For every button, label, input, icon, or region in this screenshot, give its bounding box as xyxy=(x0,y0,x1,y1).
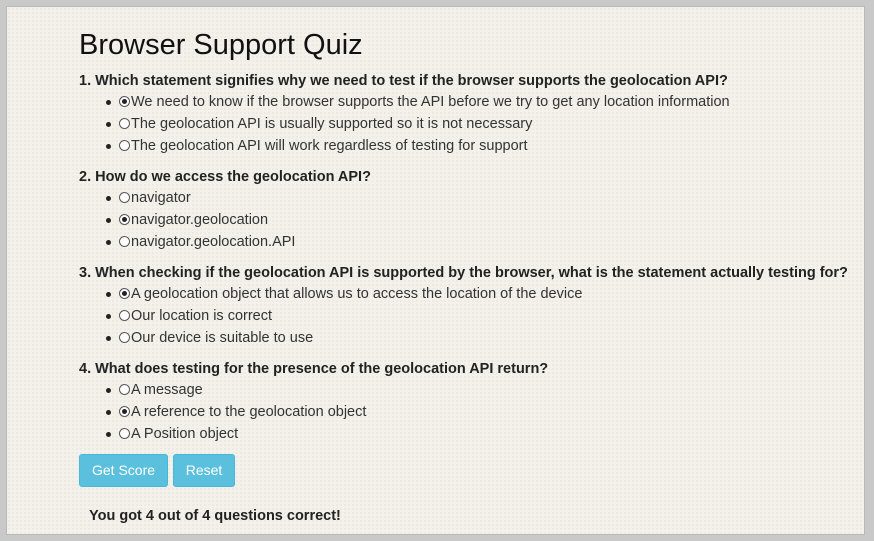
bullet-icon xyxy=(106,122,111,127)
bullet-icon xyxy=(106,240,111,245)
option-label: navigator.geolocation.API xyxy=(131,234,296,250)
quiz-panel: Browser Support Quiz 1. Which statement … xyxy=(6,6,865,535)
question-text: 1. Which statement signifies why we need… xyxy=(79,73,728,89)
answer-option[interactable]: A Position object xyxy=(79,423,874,445)
question-4: 4. What does testing for the presence of… xyxy=(79,359,874,445)
question-text: 3. When checking if the geolocation API … xyxy=(79,265,848,281)
bullet-icon xyxy=(106,144,111,149)
answer-option[interactable]: A geolocation object that allows us to a… xyxy=(79,283,874,305)
answer-option[interactable]: A message xyxy=(79,379,874,401)
option-label: A reference to the geolocation object xyxy=(131,404,367,420)
radio-button[interactable] xyxy=(119,214,130,225)
option-label: The geolocation API will work regardless… xyxy=(131,138,528,154)
answer-option[interactable]: We need to know if the browser supports … xyxy=(79,91,874,113)
bullet-icon xyxy=(106,314,111,319)
score-result: You got 4 out of 4 questions correct! xyxy=(89,508,341,524)
answer-option[interactable]: navigator.geolocation xyxy=(79,209,874,231)
page-title: Browser Support Quiz xyxy=(79,29,363,61)
bullet-icon xyxy=(106,388,111,393)
radio-button[interactable] xyxy=(119,96,130,107)
reset-button[interactable]: Reset xyxy=(173,454,235,487)
answer-option[interactable]: A reference to the geolocation object xyxy=(79,401,874,423)
option-label: A geolocation object that allows us to a… xyxy=(131,286,583,302)
radio-button[interactable] xyxy=(119,140,130,151)
radio-button[interactable] xyxy=(119,236,130,247)
answer-option[interactable]: navigator xyxy=(79,187,874,209)
question-2: 2. How do we access the geolocation API?… xyxy=(79,167,874,253)
bullet-icon xyxy=(106,432,111,437)
bullet-icon xyxy=(106,292,111,297)
radio-button[interactable] xyxy=(119,288,130,299)
question-3: 3. When checking if the geolocation API … xyxy=(79,263,874,349)
answer-option[interactable]: The geolocation API will work regardless… xyxy=(79,135,874,157)
answer-option[interactable]: navigator.geolocation.API xyxy=(79,231,874,253)
question-text: 2. How do we access the geolocation API? xyxy=(79,169,371,185)
question-text: 4. What does testing for the presence of… xyxy=(79,361,549,377)
get-score-button[interactable]: Get Score xyxy=(79,454,168,487)
bullet-icon xyxy=(106,410,111,415)
option-label: A message xyxy=(131,382,203,398)
radio-button[interactable] xyxy=(119,428,130,439)
answer-option[interactable]: Our device is suitable to use xyxy=(79,327,874,349)
answer-option[interactable]: The geolocation API is usually supported… xyxy=(79,113,874,135)
bullet-icon xyxy=(106,100,111,105)
option-label: Our location is correct xyxy=(131,308,273,324)
option-label: Our device is suitable to use xyxy=(131,330,314,346)
option-label: navigator.geolocation xyxy=(131,212,269,228)
bullet-icon xyxy=(106,218,111,223)
option-label: The geolocation API is usually supported… xyxy=(131,116,533,132)
radio-button[interactable] xyxy=(119,384,130,395)
bullet-icon xyxy=(106,336,111,341)
option-label: navigator xyxy=(131,190,191,206)
bullet-icon xyxy=(106,196,111,201)
radio-button[interactable] xyxy=(119,118,130,129)
radio-button[interactable] xyxy=(119,406,130,417)
radio-button[interactable] xyxy=(119,192,130,203)
radio-button[interactable] xyxy=(119,332,130,343)
option-label: A Position object xyxy=(131,426,239,442)
answer-option[interactable]: Our location is correct xyxy=(79,305,874,327)
radio-button[interactable] xyxy=(119,310,130,321)
question-1: 1. Which statement signifies why we need… xyxy=(79,71,874,157)
option-label: We need to know if the browser supports … xyxy=(131,94,730,110)
